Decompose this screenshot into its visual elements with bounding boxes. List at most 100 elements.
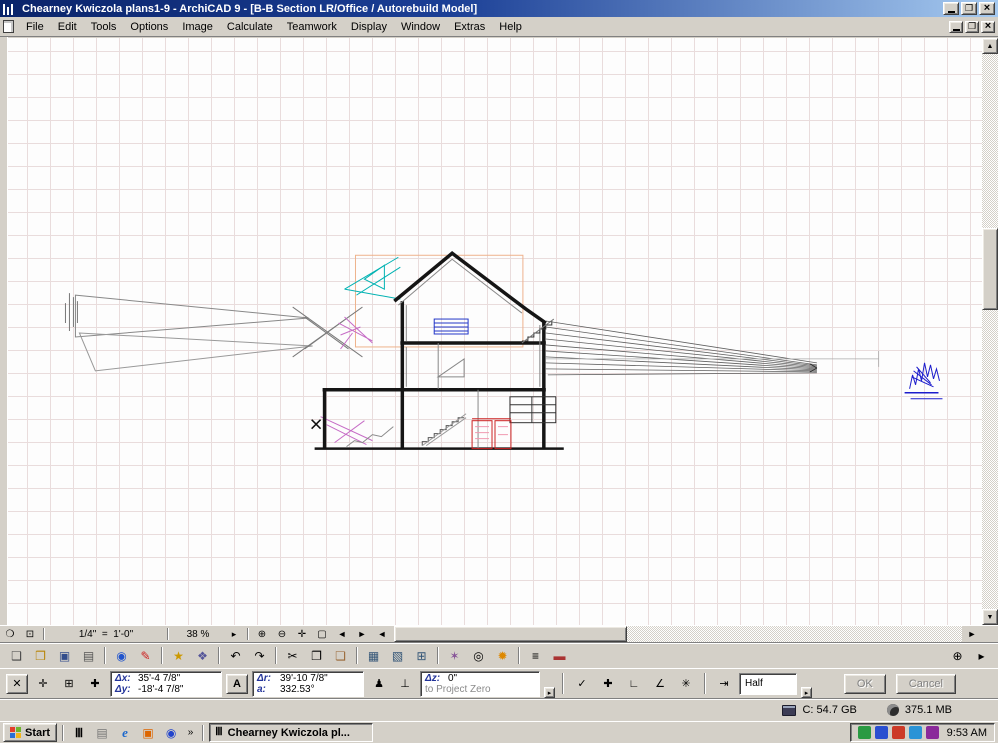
horizontal-scrollbar[interactable]	[394, 626, 962, 642]
more-tools-button[interactable]: ▸	[970, 646, 993, 666]
menu-teamwork[interactable]: Teamwork	[280, 19, 344, 35]
mdi-restore-button[interactable]: ❐	[965, 20, 979, 33]
library-button[interactable]: ❖	[191, 646, 214, 666]
menu-display[interactable]: Display	[344, 19, 394, 35]
menu-calculate[interactable]: Calculate	[220, 19, 280, 35]
taskbar-task-archicad[interactable]: Ⅲ Chearney Kwiczola pl...	[209, 723, 374, 742]
zoom-percent[interactable]: 38 %	[172, 626, 224, 642]
marquee-zoom-button[interactable]: ⊡	[20, 626, 40, 642]
open-button[interactable]: ❒	[29, 646, 52, 666]
blue-shelf	[433, 318, 469, 335]
document-icon[interactable]	[3, 20, 14, 33]
taskbar: Start Ⅲ ▤ e ▣ ◉ » Ⅲ Chearney Kwiczola pl…	[0, 721, 998, 743]
relative-origin-button[interactable]: ✛	[32, 674, 54, 694]
zoom-out-button[interactable]: ⊖	[272, 626, 292, 642]
vertical-scroll-thumb[interactable]	[982, 228, 998, 310]
menu-image[interactable]: Image	[175, 19, 220, 35]
ok-button[interactable]: OK	[843, 673, 886, 694]
menu-bar: File Edit Tools Options Image Calculate …	[0, 17, 998, 36]
pan-button[interactable]: ✛	[292, 626, 312, 642]
paste-button[interactable]: ❏	[329, 646, 352, 666]
tray-icon-5[interactable]	[925, 726, 939, 739]
copy-button[interactable]: ❐	[305, 646, 328, 666]
user-origin-button[interactable]: ✚	[84, 674, 106, 694]
tray-icon-3[interactable]	[891, 726, 905, 739]
zoom-in-button[interactable]: ⊕	[252, 626, 272, 642]
pen-weight-dropdown[interactable]: ▸	[801, 687, 812, 698]
save-button[interactable]: ▣	[53, 646, 76, 666]
new-document-button[interactable]: ❑	[5, 646, 28, 666]
cancel-button[interactable]: Cancel	[895, 673, 956, 694]
scroll-up-button[interactable]: ▲	[982, 38, 998, 54]
internet-explorer-icon[interactable]: e	[115, 724, 135, 742]
story-settings-button[interactable]: ▦	[362, 646, 385, 666]
archicad-quicklaunch-icon[interactable]: Ⅲ	[69, 724, 89, 742]
quicklaunch-chevron[interactable]: »	[184, 724, 197, 742]
mdi-minimize-button[interactable]	[949, 20, 963, 33]
elevation-icon: ⊥	[400, 678, 410, 690]
mdi-close-button[interactable]: ×	[981, 20, 995, 33]
hscroll-right-button[interactable]: ►	[962, 626, 982, 642]
menu-window[interactable]: Window	[394, 19, 447, 35]
gravity-button[interactable]: ♟	[368, 674, 390, 694]
vertical-scrollbar[interactable]: ▲ ▼	[982, 38, 998, 625]
perpendicular-button[interactable]: ∟	[623, 674, 645, 694]
start-button[interactable]: Start	[3, 723, 58, 742]
fit-in-window-button[interactable]: ▢	[312, 626, 332, 642]
previous-zoom-button[interactable]: ◄	[332, 626, 352, 642]
compass-button[interactable]: ✳	[675, 674, 697, 694]
zoom-menu-arrow[interactable]: ▸	[224, 626, 244, 642]
restore-button[interactable]: ❐	[961, 2, 977, 15]
grid-snap-button[interactable]: ⊞	[410, 646, 433, 666]
xy-coordinate-fields[interactable]: Δx: 35'-4 7/8" Δy: -18'-4 7/8"	[110, 670, 222, 697]
print-button[interactable]: ▤	[77, 646, 100, 666]
menu-file[interactable]: File	[19, 19, 51, 35]
redo-button[interactable]: ↷	[248, 646, 271, 666]
pen-weight-field[interactable]: Half	[739, 672, 797, 695]
menu-extras[interactable]: Extras	[447, 19, 492, 35]
polar-coordinate-fields[interactable]: Δr: 39'-10 7/8" a: 332.53°	[252, 670, 364, 697]
player-quicklaunch-icon[interactable]: ◉	[161, 724, 181, 742]
drawing-canvas[interactable]	[8, 38, 982, 625]
zoom-tool-button[interactable]: ⊕	[946, 646, 969, 666]
disk-indicator: C: 54.7 GB	[782, 704, 857, 716]
menu-edit[interactable]: Edit	[51, 19, 84, 35]
add-point-button[interactable]: ✚	[597, 674, 619, 694]
workspace: ▲ ▼	[0, 36, 998, 625]
camera-button[interactable]: ◎	[467, 646, 490, 666]
drawing-scale[interactable]: 1/4" = 1'-0"	[48, 626, 164, 642]
tray-icon-2[interactable]	[874, 726, 888, 739]
quick-options-button[interactable]: ❍	[0, 626, 20, 642]
element-list-button[interactable]: ≡	[524, 646, 547, 666]
undo-button[interactable]: ↶	[224, 646, 247, 666]
markup-pen-button[interactable]: ✎	[134, 646, 157, 666]
z-coordinate-field[interactable]: Δz: 0" to Project Zero	[420, 670, 540, 697]
construct-button[interactable]: ▬	[548, 646, 571, 666]
section-drawing	[64, 251, 943, 450]
menu-tools[interactable]: Tools	[84, 19, 124, 35]
angle-snap-button[interactable]: ∠	[649, 674, 671, 694]
tracker-toggle-button[interactable]: ✕	[6, 673, 28, 694]
horizontal-scroll-thumb[interactable]	[394, 626, 627, 642]
magic-wand-button[interactable]: ✶	[443, 646, 466, 666]
menu-options[interactable]: Options	[123, 19, 175, 35]
hscroll-left-button[interactable]: ◄	[372, 626, 392, 642]
next-zoom-button[interactable]: ►	[352, 626, 372, 642]
notes-quicklaunch-icon[interactable]: ▤	[92, 724, 112, 742]
scroll-down-button[interactable]: ▼	[982, 609, 998, 625]
sun-study-button[interactable]: ✹	[491, 646, 514, 666]
confirm-button[interactable]: ✓	[571, 674, 593, 694]
minimize-button[interactable]	[943, 2, 959, 15]
close-button[interactable]: ×	[979, 2, 995, 15]
publish-button[interactable]: ◉	[110, 646, 133, 666]
favorites-button[interactable]: ★	[167, 646, 190, 666]
grid-toggle-button[interactable]: ⊞	[58, 674, 80, 694]
menu-help[interactable]: Help	[492, 19, 529, 35]
tray-icon-1[interactable]	[857, 726, 871, 739]
z-reference-dropdown[interactable]: ▸	[544, 687, 555, 698]
tray-icon-4[interactable]	[908, 726, 922, 739]
angle-mode-button[interactable]: A	[226, 673, 248, 694]
cut-button[interactable]: ✂	[281, 646, 304, 666]
layers-button[interactable]: ▧	[386, 646, 409, 666]
media-quicklaunch-icon[interactable]: ▣	[138, 724, 158, 742]
